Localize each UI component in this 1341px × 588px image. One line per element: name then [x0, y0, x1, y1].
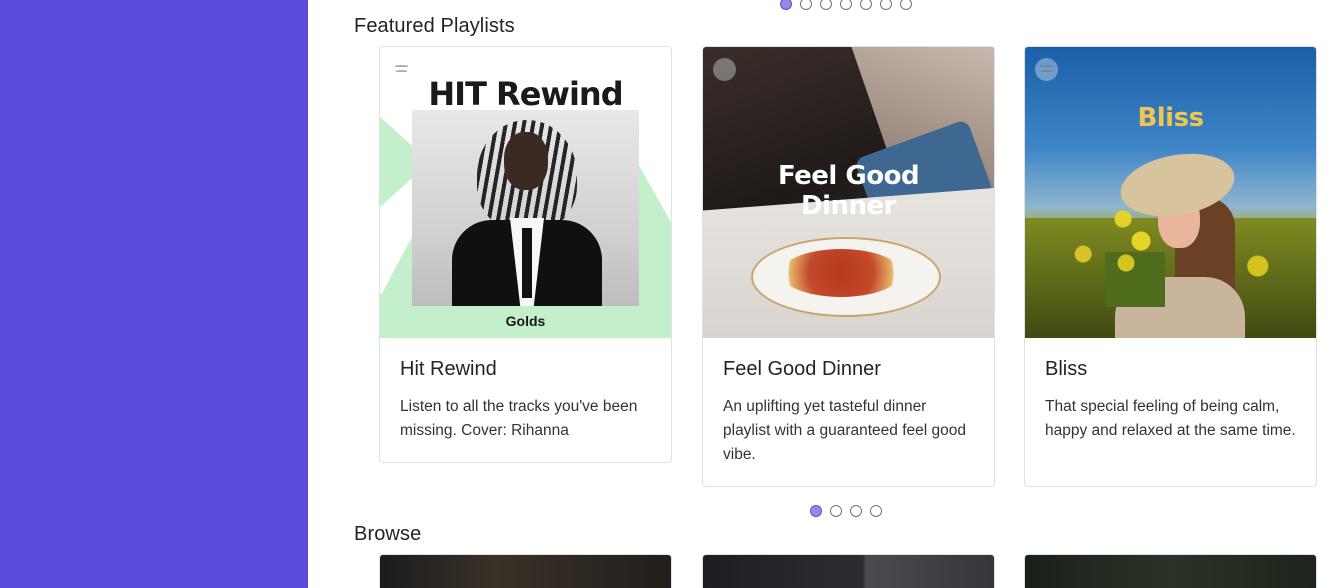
card-title: Hit Rewind — [400, 358, 497, 380]
card-description: That special feeling of being calm, happ… — [1045, 398, 1296, 439]
spotify-icon — [713, 58, 736, 81]
carousel-dot[interactable] — [870, 505, 882, 517]
carousel-indicators-top — [780, 0, 912, 10]
cover-art-title: Bliss — [1137, 103, 1204, 133]
card-description: An uplifting yet tasteful dinner playlis… — [723, 398, 966, 463]
browse-heading: Browse — [354, 523, 422, 545]
carousel-dot[interactable] — [900, 0, 912, 10]
featured-playlists-heading: Featured Playlists — [354, 15, 515, 37]
browse-category-card[interactable] — [379, 554, 672, 588]
playlist-card-bliss[interactable]: Bliss Bliss That special feeling of bein… — [1024, 46, 1317, 487]
carousel-dot[interactable] — [830, 505, 842, 517]
spotify-icon — [390, 58, 413, 81]
card-description: Listen to all the tracks you've been mis… — [400, 398, 638, 439]
main-content: Featured Playlists HIT Rewind Golds Hit … — [308, 0, 1341, 588]
carousel-dot[interactable] — [850, 505, 862, 517]
carousel-dot[interactable] — [880, 0, 892, 10]
carousel-dot[interactable] — [800, 0, 812, 10]
browse-category-card[interactable] — [1024, 554, 1317, 588]
carousel-indicators — [810, 505, 882, 517]
card-title: Feel Good Dinner — [723, 358, 881, 380]
cover-art-title: HIT Rewind — [428, 75, 623, 113]
playlist-card-hit-rewind[interactable]: HIT Rewind Golds Hit Rewind Listen to al… — [379, 46, 672, 463]
playlist-card-feel-good-dinner[interactable]: Feel Good Dinner Feel Good Dinner An upl… — [702, 46, 995, 487]
playlist-cover-image: HIT Rewind Golds — [380, 47, 671, 338]
browse-category-card[interactable] — [702, 554, 995, 588]
carousel-dot[interactable] — [810, 505, 822, 517]
spotify-icon — [1035, 58, 1058, 81]
cover-art-title: Feel Good Dinner — [777, 161, 920, 221]
playlist-cover-image: Bliss — [1025, 47, 1316, 338]
carousel-dot[interactable] — [860, 0, 872, 10]
card-title: Bliss — [1045, 358, 1088, 380]
carousel-dot[interactable] — [780, 0, 792, 10]
sidebar — [0, 0, 308, 588]
carousel-dot[interactable] — [820, 0, 832, 10]
playlist-cover-image: Feel Good Dinner — [703, 47, 994, 338]
carousel-dot[interactable] — [840, 0, 852, 10]
cover-art-subtitle: Golds — [505, 313, 546, 329]
